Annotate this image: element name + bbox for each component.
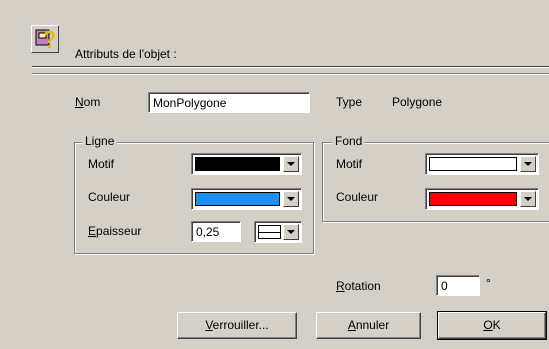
fill-pattern-select[interactable] <box>425 153 539 175</box>
ok-button[interactable]: OK <box>437 311 547 340</box>
name-input[interactable]: MonPolygone <box>148 92 310 113</box>
line-width-input[interactable]: 0,25 <box>191 221 241 242</box>
chevron-down-icon <box>524 197 532 201</box>
line-color-label: Couleur <box>88 190 131 204</box>
type-value: Polygone <box>392 95 443 109</box>
rotation-label: Rotation <box>336 279 381 293</box>
type-label: Type <box>336 95 363 109</box>
header-separator-highlight-2 <box>32 74 549 75</box>
fill-pattern-dropdown-button[interactable] <box>520 156 536 172</box>
chevron-down-icon <box>287 230 295 234</box>
fill-color-select[interactable] <box>425 188 539 210</box>
header-separator-highlight <box>32 67 549 68</box>
fill-color-label: Couleur <box>336 190 379 204</box>
line-style-dropdown-button[interactable] <box>283 224 299 240</box>
chevron-down-icon <box>287 162 295 166</box>
chevron-down-icon <box>524 162 532 166</box>
rotation-unit: ° <box>486 276 491 290</box>
line-pattern-dropdown-button[interactable] <box>283 156 299 172</box>
cancel-button[interactable]: Annuler <box>316 312 421 339</box>
line-style-icon <box>258 225 281 239</box>
line-width-label: Epaisseur <box>88 224 142 238</box>
dialog-title: Attributs de l'objet : <box>75 47 177 61</box>
line-pattern-swatch <box>195 157 280 171</box>
line-color-dropdown-button[interactable] <box>283 191 299 207</box>
lock-button[interactable]: Verrouiller... <box>177 312 297 339</box>
object-attributes-icon <box>31 25 59 53</box>
line-pattern-select[interactable] <box>191 153 302 175</box>
object-attributes-dialog: Attributs de l'objet : Nom MonPolygone T… <box>0 0 549 349</box>
rotation-input[interactable]: 0 <box>436 275 480 296</box>
line-pattern-label: Motif <box>88 157 115 171</box>
line-color-swatch <box>195 192 280 206</box>
line-color-select[interactable] <box>191 188 302 210</box>
name-label: Nom <box>75 95 101 109</box>
fill-color-swatch <box>429 192 517 206</box>
chevron-down-icon <box>287 197 295 201</box>
fill-pattern-label: Motif <box>336 157 363 171</box>
fill-color-dropdown-button[interactable] <box>520 191 536 207</box>
fill-group-title: Fond <box>332 134 366 148</box>
line-group-title: Ligne <box>82 134 118 148</box>
line-width-value: 0,25 <box>196 225 220 239</box>
fill-pattern-swatch <box>429 157 517 171</box>
name-input-value: MonPolygone <box>153 96 227 110</box>
line-style-select[interactable] <box>254 221 302 243</box>
rotation-value: 0 <box>441 279 448 293</box>
